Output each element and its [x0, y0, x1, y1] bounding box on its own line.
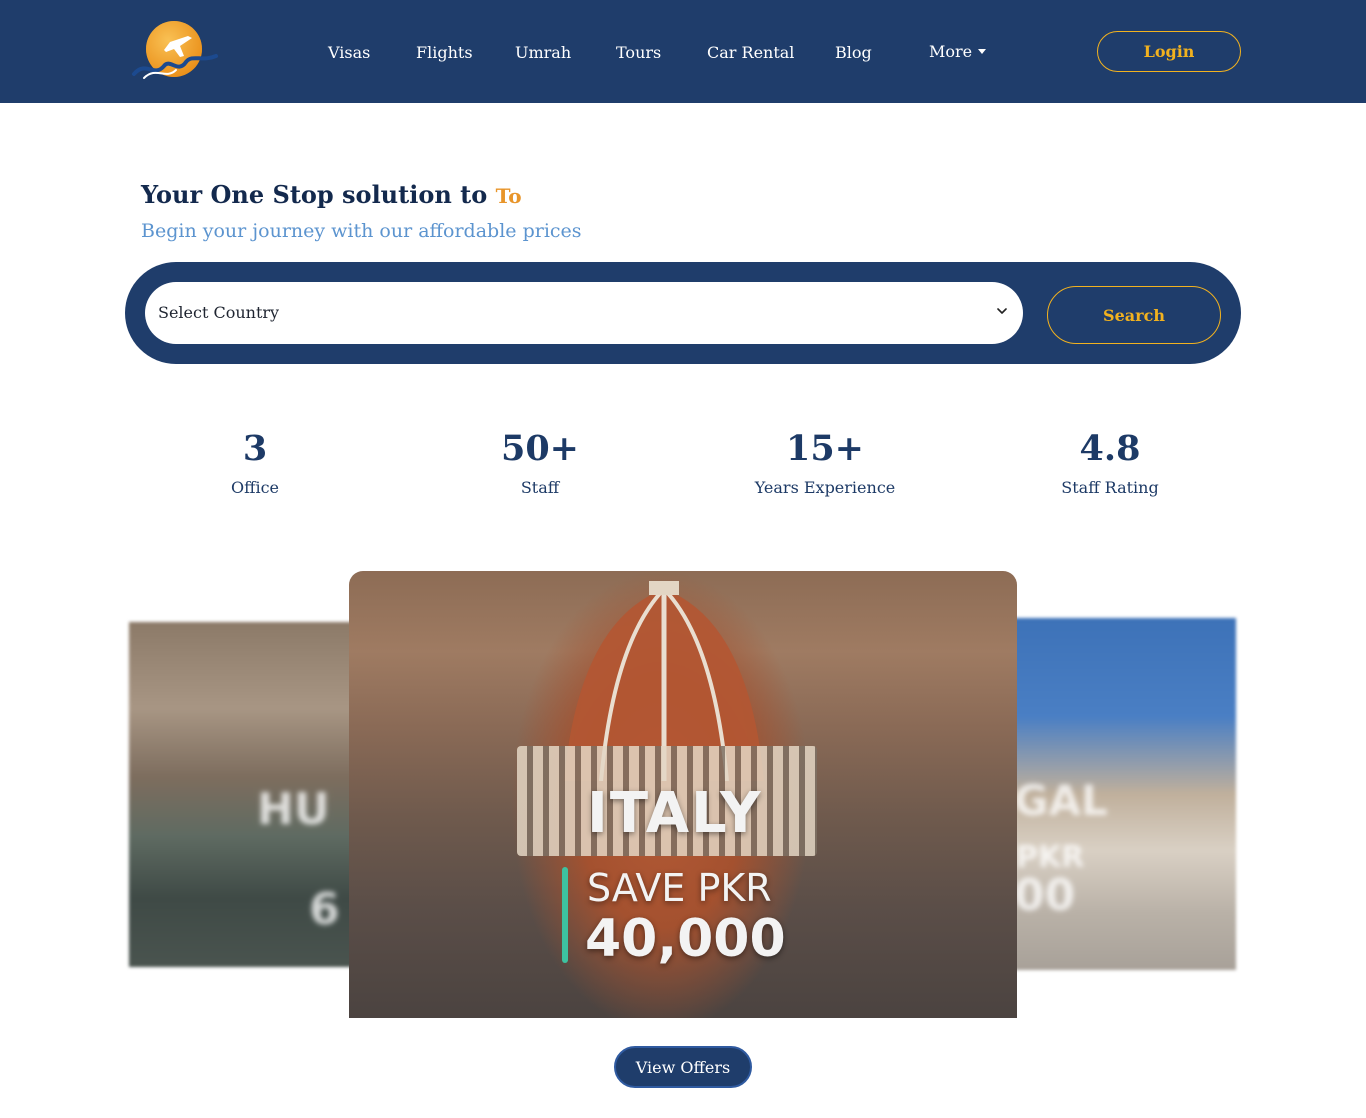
stat-years-experience: 15+ Years Experience [715, 428, 935, 497]
nav-more-dropdown[interactable]: More [929, 42, 987, 61]
stat-value: 15+ [785, 428, 865, 469]
caret-down-icon [978, 49, 987, 54]
nav-umrah[interactable]: Umrah [515, 43, 571, 62]
navbar: Visas Flights Umrah Tours Car Rental Blo… [0, 0, 1366, 103]
search-button[interactable]: Search [1047, 286, 1221, 344]
stat-value: 50+ [500, 428, 580, 469]
offer-card-right[interactable]: GAL PKR 00 [1006, 618, 1236, 970]
stat-staff: 50+ Staff [430, 428, 650, 497]
stat-label: Office [230, 478, 280, 497]
stat-value: 3 [242, 428, 268, 469]
stat-office: 3 Office [145, 428, 365, 497]
stat-label: Staff [520, 478, 560, 497]
nav-blog[interactable]: Blog [835, 43, 872, 62]
stat-label: Years Experience [754, 478, 896, 497]
brand-logo[interactable] [130, 16, 220, 82]
search-bar: Select Country Search [125, 262, 1241, 364]
offer-card-italy[interactable]: ITALY SAVE PKR 40,000 [349, 571, 1017, 1018]
offer-amount: 40,000 [585, 909, 786, 969]
nav-flights[interactable]: Flights [416, 43, 473, 62]
hero-title: Your One Stop solution to To [141, 180, 522, 209]
nav-car-rental[interactable]: Car Rental [707, 43, 794, 62]
country-select[interactable]: Select Country [145, 282, 1023, 344]
view-offers-button[interactable]: View Offers [614, 1046, 752, 1088]
hero-title-text: Your One Stop solution to [141, 180, 488, 209]
login-button[interactable]: Login [1097, 31, 1241, 72]
offer-country: ITALY [587, 781, 763, 846]
stat-value: 4.8 [1079, 428, 1141, 469]
offer-card-right-amount: 00 [1014, 870, 1076, 921]
stat-label: Staff Rating [1061, 478, 1159, 497]
offer-accent-bar [562, 867, 568, 963]
country-select-value: Select Country [158, 303, 280, 322]
hero-subtitle: Begin your journey with our affordable p… [141, 220, 582, 242]
stat-staff-rating: 4.8 Staff Rating [1000, 428, 1220, 497]
hero-title-accent: To [495, 184, 522, 208]
offer-card-left-country: HU [257, 784, 330, 835]
offer-save-text: SAVE PKR [587, 866, 772, 910]
nav-more-label: More [929, 42, 973, 61]
nav-tours[interactable]: Tours [616, 43, 661, 62]
chevron-down-icon [997, 308, 1007, 314]
offer-card-left[interactable]: HU 6 [129, 622, 359, 967]
nav-visas[interactable]: Visas [328, 43, 370, 62]
offer-card-left-amount: 6 [309, 884, 340, 935]
offer-card-right-country: GAL [1014, 776, 1108, 825]
